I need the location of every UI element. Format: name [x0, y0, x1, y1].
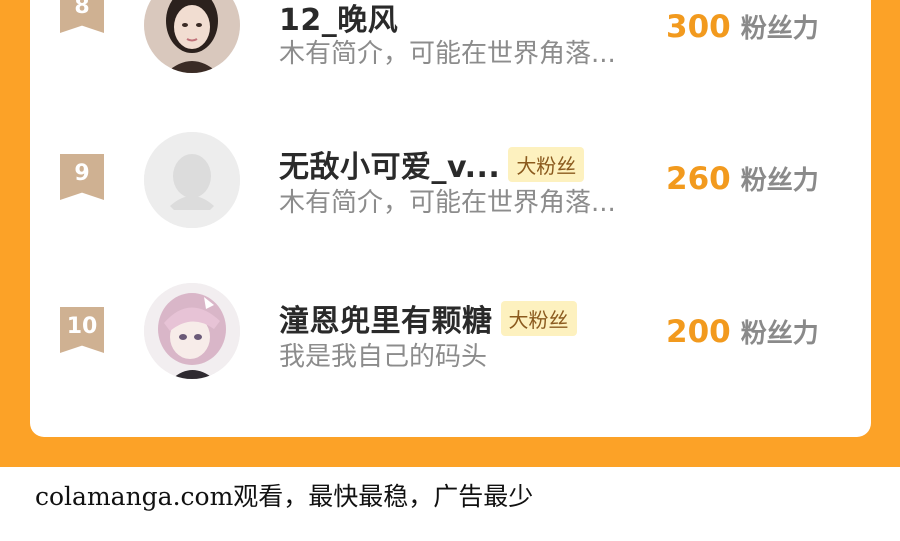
score-group: 200 粉丝力	[666, 313, 819, 350]
rank-flag-icon: 9	[60, 154, 104, 200]
score-unit: 粉丝力	[740, 14, 819, 44]
big-fan-badge: 大粉丝	[508, 146, 585, 182]
score-value: 260	[666, 161, 731, 197]
user-name[interactable]: 潼恩兜里有颗糖	[279, 296, 493, 340]
leaderboard-row-10[interactable]: 10 潼恩兜里有颗糖 大粉丝 我是我自己的码头 200 粉丝力	[0, 283, 900, 383]
rank-flag-icon: 8	[60, 0, 104, 33]
score-value: 200	[666, 314, 731, 350]
score-group: 260 粉丝力	[666, 160, 819, 197]
user-intro: 木有简介，可能在世界角落...	[279, 39, 616, 69]
score-group: 300 粉丝力	[666, 8, 819, 45]
user-intro: 我是我自己的码头	[279, 342, 488, 372]
footer-watermark-text: colamanga.com观看，最快最稳，广告最少	[35, 482, 534, 511]
user-name[interactable]: 无敌小可爱_v...	[279, 142, 500, 186]
big-fan-badge: 大粉丝	[500, 300, 577, 336]
score-unit: 粉丝力	[740, 166, 819, 196]
leaderboard-row-9[interactable]: 9 无敌小可爱_v... 大粉丝 木有简介，可能在世界角落... 260 粉丝力	[0, 130, 900, 230]
avatar[interactable]	[144, 132, 240, 228]
score-unit: 粉丝力	[740, 319, 819, 349]
avatar[interactable]	[144, 0, 240, 73]
rank-flag-icon: 10	[60, 307, 104, 353]
leaderboard-row-8[interactable]: 8 12_晚风 木有简介，可能在世界角落... 300 粉丝力	[0, 0, 900, 75]
avatar[interactable]	[144, 283, 240, 379]
score-value: 300	[666, 9, 731, 45]
user-intro: 木有简介，可能在世界角落...	[279, 188, 616, 218]
